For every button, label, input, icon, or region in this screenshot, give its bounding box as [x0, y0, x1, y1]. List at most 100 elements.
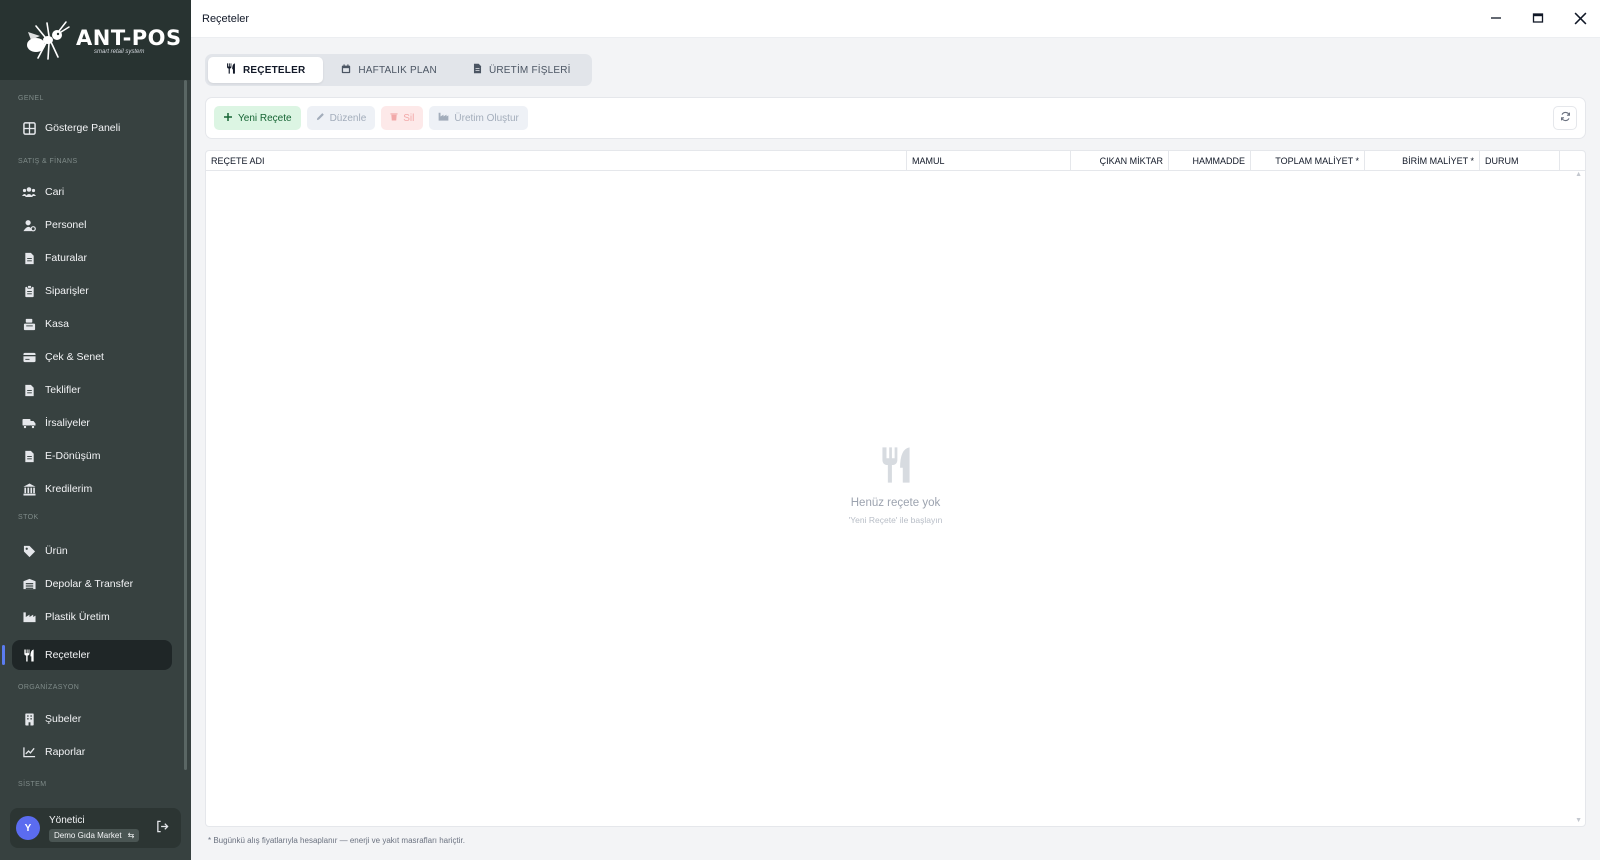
- store-name: Demo Gıda Market: [54, 830, 122, 840]
- maximize-button[interactable]: [1530, 10, 1546, 26]
- logout-icon[interactable]: [156, 820, 169, 838]
- warehouse-icon: [22, 577, 36, 591]
- refresh-button[interactable]: [1553, 106, 1577, 130]
- user-gear-icon: [22, 218, 36, 232]
- sidebar-item-label: Siparişler: [45, 285, 89, 297]
- plus-icon: [223, 112, 233, 125]
- receipt-icon: [473, 63, 482, 77]
- sidebar-item-label: Kredilerim: [45, 483, 93, 495]
- clipboard-icon: [22, 284, 36, 298]
- sidebar-item-personel[interactable]: Personel: [12, 210, 172, 240]
- calendar-icon: [341, 63, 351, 77]
- column-header-toplam-maliyet[interactable]: TOPLAM MALİYET *: [1251, 151, 1365, 171]
- sidebar-item-cari[interactable]: Cari: [12, 177, 172, 207]
- sidebar-item-subeler[interactable]: Şubeler: [12, 704, 172, 734]
- create-production-button[interactable]: Üretim Oluştur: [429, 106, 528, 130]
- sidebar: ANT-POS smart retail system GENEL Göster…: [0, 0, 191, 860]
- sidebar-item-label: Şubeler: [45, 713, 82, 725]
- utensils-icon: [226, 63, 236, 77]
- sidebar-item-label: İrsaliyeler: [45, 417, 90, 429]
- sidebar-item-label: Depolar & Transfer: [45, 578, 134, 590]
- card-icon: [22, 350, 36, 364]
- new-recipe-button[interactable]: Yeni Reçete: [214, 106, 301, 130]
- sidebar-item-label: Teklifler: [45, 384, 81, 396]
- sidebar-item-depolar[interactable]: Depolar & Transfer: [12, 569, 172, 599]
- empty-state: Henüz reçete yok 'Yeni Reçete' ile başla…: [206, 446, 1585, 525]
- scroll-down-arrow[interactable]: ▼: [1575, 817, 1582, 824]
- title-bar: Reçeteler: [191, 0, 1600, 38]
- column-header-cikan-miktar[interactable]: ÇIKAN MİKTAR: [1071, 151, 1169, 171]
- main-content: Reçeteler REÇETELER HAFTALIK PLAN ÜRETİM…: [191, 0, 1600, 860]
- sidebar-item-cek-senet[interactable]: Çek & Senet: [12, 342, 172, 372]
- sidebar-item-e-donusum[interactable]: E-Dönüşüm: [12, 441, 172, 471]
- table-header: REÇETE ADI MAMUL ÇIKAN MİKTAR HAMMADDE T…: [206, 151, 1585, 171]
- column-header-mamul[interactable]: MAMUL: [907, 151, 1071, 171]
- column-header-hammadde[interactable]: HAMMADDE: [1169, 151, 1251, 171]
- tab-label: REÇETELER: [243, 64, 306, 76]
- close-button[interactable]: [1572, 10, 1588, 26]
- sidebar-item-label: Raporlar: [45, 746, 86, 758]
- pencil-icon: [316, 112, 325, 124]
- sidebar-item-siparisler[interactable]: Siparişler: [12, 276, 172, 306]
- tab-bar: REÇETELER HAFTALIK PLAN ÜRETİM FİŞLERİ: [205, 54, 592, 86]
- utensils-icon: [878, 446, 914, 489]
- sidebar-item-label: Ürün: [45, 545, 68, 557]
- sidebar-item-raporlar[interactable]: Raporlar: [12, 737, 172, 767]
- window-title: Reçeteler: [202, 12, 250, 25]
- invoice-icon: [22, 251, 36, 265]
- sidebar-item-label: E-Dönüşüm: [45, 450, 101, 462]
- sidebar-item-label: Personel: [45, 219, 87, 231]
- section-label-sistem: SİSTEM: [18, 781, 47, 788]
- column-header-birim-maliyet[interactable]: BİRİM MALİYET *: [1365, 151, 1480, 171]
- edit-label: Düzenle: [329, 112, 367, 124]
- user-name: Yönetici: [49, 814, 85, 826]
- sidebar-item-label: Gösterge Paneli: [45, 122, 121, 134]
- cost-footnote: * Bugünkü alış fiyatlarıyla hesaplanır —…: [208, 836, 465, 845]
- active-indicator: [2, 645, 5, 665]
- logo-subtitle: smart retail system: [94, 48, 145, 55]
- store-switcher[interactable]: Demo Gıda Market ⇆: [49, 828, 140, 842]
- tab-label: HAFTALIK PLAN: [358, 64, 437, 76]
- delete-label: Sil: [403, 112, 415, 124]
- refresh-icon: [1560, 109, 1571, 127]
- utensils-icon: [22, 648, 36, 662]
- sidebar-item-irsaliyeler[interactable]: İrsaliyeler: [12, 408, 172, 438]
- factory-icon: [438, 112, 449, 124]
- chart-line-icon: [22, 745, 36, 759]
- sidebar-item-faturalar[interactable]: Faturalar: [12, 243, 172, 273]
- avatar: Y: [16, 816, 40, 840]
- sidebar-item-label: Kasa: [45, 318, 69, 330]
- sidebar-item-dashboard[interactable]: Gösterge Paneli: [12, 113, 172, 143]
- truck-icon: [22, 416, 36, 430]
- sidebar-item-plastik-uretim[interactable]: Plastik Üretim: [12, 602, 172, 632]
- tab-haftalik-plan[interactable]: HAFTALIK PLAN: [323, 57, 455, 83]
- edit-button[interactable]: Düzenle: [306, 106, 376, 130]
- sidebar-item-label: Çek & Senet: [45, 351, 104, 363]
- minimize-button[interactable]: [1488, 10, 1504, 26]
- sidebar-item-teklifler[interactable]: Teklifler: [12, 375, 172, 405]
- sidebar-item-label: Faturalar: [45, 252, 88, 264]
- user-card[interactable]: Y Yönetici Demo Gıda Market ⇆: [10, 808, 181, 848]
- sidebar-item-urun[interactable]: Ürün: [12, 536, 172, 566]
- tab-uretim-fisleri[interactable]: ÜRETİM FİŞLERİ: [455, 57, 589, 83]
- sidebar-item-receteler[interactable]: Reçeteler: [12, 640, 172, 670]
- delete-button[interactable]: Sil: [381, 106, 424, 130]
- document-icon: [22, 383, 36, 397]
- bank-icon: [22, 482, 36, 496]
- switch-icon: ⇆: [127, 830, 135, 840]
- sidebar-item-kredilerim[interactable]: Kredilerim: [12, 474, 172, 504]
- toolbar: Yeni Reçete Düzenle Sil Üretim Oluştur: [205, 97, 1586, 139]
- ant-logo-icon: [27, 21, 70, 60]
- scroll-up-arrow[interactable]: ▲: [1575, 171, 1582, 178]
- dashboard-icon: [22, 121, 36, 135]
- tab-receteler[interactable]: REÇETELER: [208, 57, 324, 83]
- sidebar-item-label: Cari: [45, 186, 65, 198]
- empty-state-title: Henüz reçete yok: [850, 497, 941, 509]
- column-header-recete-adi[interactable]: REÇETE ADI: [206, 151, 907, 171]
- sidebar-scrollbar[interactable]: [184, 80, 187, 770]
- column-header-durum[interactable]: DURUM: [1480, 151, 1560, 171]
- tab-label: ÜRETİM FİŞLERİ: [488, 64, 571, 76]
- sidebar-item-kasa[interactable]: Kasa: [12, 309, 172, 339]
- users-icon: [22, 185, 36, 199]
- section-label-organizasyon: ORGANİZASYON: [18, 684, 80, 691]
